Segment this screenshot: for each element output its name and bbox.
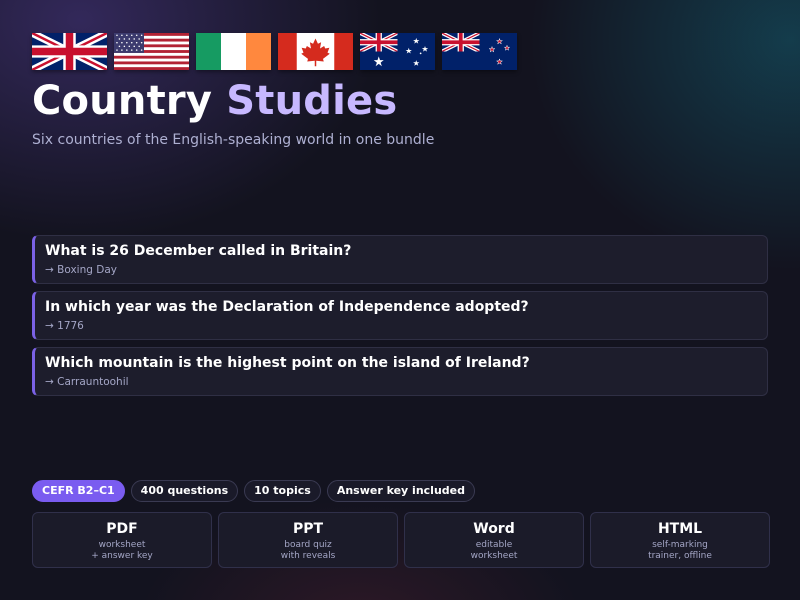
feature-badges: CEFR B2–C1 400 questions 10 topics Answe… — [32, 480, 475, 502]
format-name: Word — [473, 521, 515, 537]
level-badge: CEFR B2–C1 — [32, 480, 125, 502]
format-desc-line: with reveals — [280, 551, 336, 561]
format-desc-line: board quiz — [284, 540, 332, 550]
page-title: Country Studies — [32, 78, 397, 124]
us-flag-icon — [114, 33, 189, 70]
title-word-2: Studies — [226, 78, 398, 124]
format-card-word: Word editable worksheet — [404, 512, 584, 568]
question-count-badge: 400 questions — [130, 480, 239, 502]
answer-text: → Carrauntoohil — [45, 376, 129, 388]
format-name: HTML — [657, 521, 703, 537]
question-text: In which year was the Declaration of Ind… — [45, 299, 529, 315]
format-desc-line: editable — [475, 540, 513, 550]
format-desc-line: worksheet — [98, 540, 146, 550]
sample-questions: What is 26 December called in Britain? →… — [32, 235, 768, 403]
format-card-pdf: PDF worksheet + answer key — [32, 512, 212, 568]
topic-count-badge: 10 topics — [244, 480, 321, 502]
question-card: In which year was the Declaration of Ind… — [32, 291, 768, 340]
uk-flag-icon — [32, 33, 107, 70]
answer-key-badge: Answer key included — [326, 480, 475, 502]
flag-row — [32, 33, 517, 70]
canada-flag-icon — [278, 33, 353, 70]
format-description: board quiz with reveals — [219, 540, 397, 562]
format-name: PDF — [106, 521, 138, 537]
answer-text: → Boxing Day — [45, 264, 117, 276]
question-card: What is 26 December called in Britain? →… — [32, 235, 768, 284]
question-text: Which mountain is the highest point on t… — [45, 355, 530, 371]
format-card-html: HTML self-marking trainer, offline — [590, 512, 770, 568]
australia-flag-icon — [360, 33, 435, 70]
format-desc-line: self-marking — [652, 540, 708, 550]
ireland-flag-icon — [196, 33, 271, 70]
format-description: editable worksheet — [405, 540, 583, 562]
format-name: PPT — [292, 521, 324, 537]
format-desc-line: worksheet — [470, 551, 518, 561]
format-description: worksheet + answer key — [33, 540, 211, 562]
question-text: What is 26 December called in Britain? — [45, 243, 352, 259]
format-card-ppt: PPT board quiz with reveals — [218, 512, 398, 568]
format-cards: PDF worksheet + answer key PPT board qui… — [32, 512, 770, 568]
promo-page: Country Studies Six countries of the Eng… — [0, 0, 800, 600]
page-subtitle: Six countries of the English-speaking wo… — [32, 132, 435, 148]
title-word-1: Country — [32, 78, 213, 124]
format-description: self-marking trainer, offline — [591, 540, 769, 562]
new-zealand-flag-icon — [442, 33, 517, 70]
format-desc-line: trainer, offline — [648, 551, 712, 561]
answer-text: → 1776 — [45, 320, 84, 332]
format-desc-line: + answer key — [91, 551, 153, 561]
question-card: Which mountain is the highest point on t… — [32, 347, 768, 396]
